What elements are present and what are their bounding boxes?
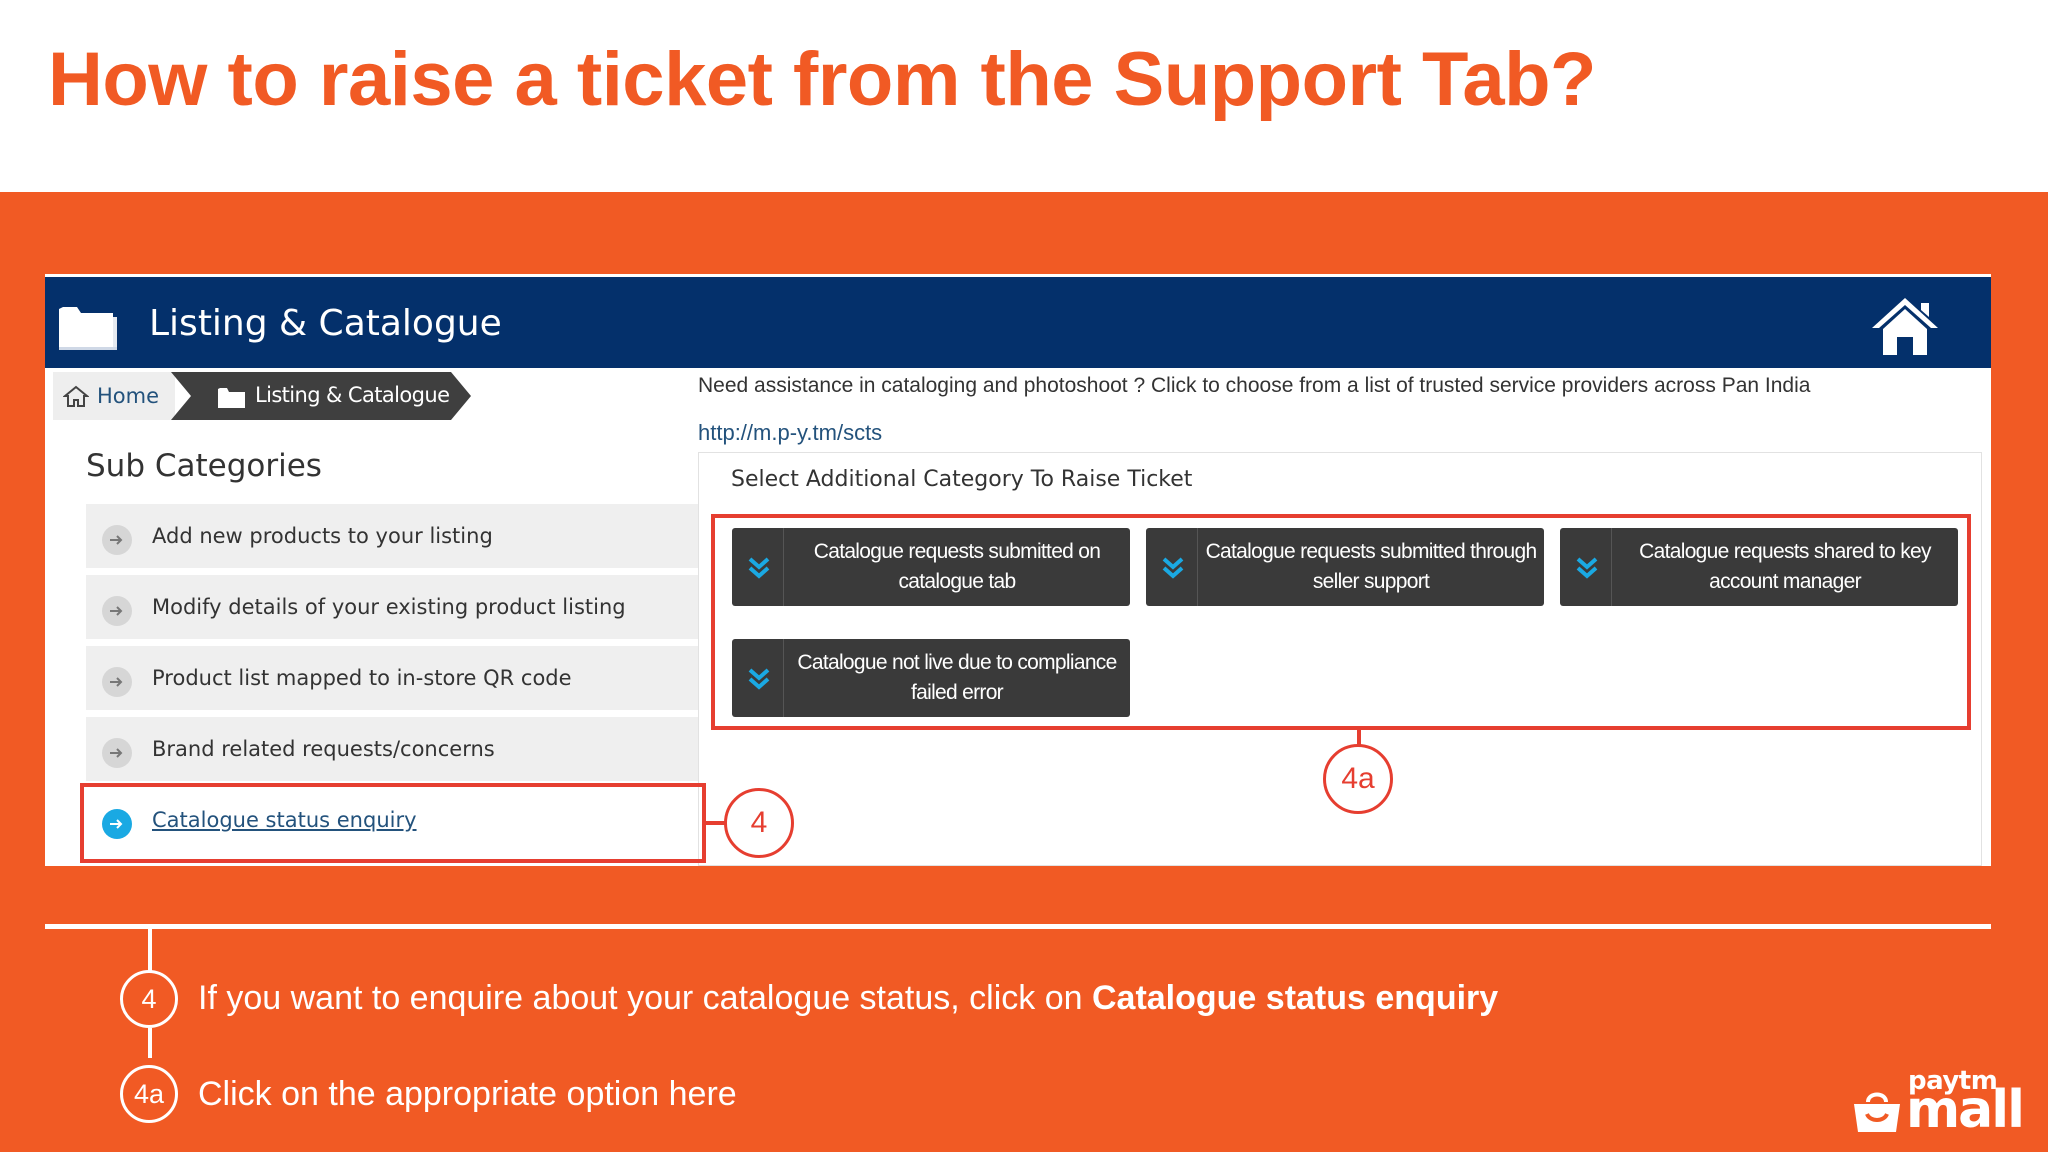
assistance-link[interactable]: http://m.p-y.tm/scts <box>698 420 882 446</box>
app-header: Listing & Catalogue <box>45 274 1991 368</box>
step-4a-text: Click on the appropriate option here <box>198 1075 737 1113</box>
shopping-bag-icon <box>1854 1092 1900 1132</box>
breadcrumb-current: Listing & Catalogue <box>171 372 471 420</box>
slide-title: How to raise a ticket from the Support T… <box>48 37 1596 122</box>
sub-category-item[interactable]: Modify details of your existing product … <box>86 575 698 642</box>
callout-4a: 4a <box>1323 744 1393 814</box>
logo-mall-text: mall <box>1906 1080 2025 1140</box>
sub-category-label: Product list mapped to in-store QR code <box>152 666 572 690</box>
arrow-right-icon <box>102 596 132 626</box>
breadcrumb-home[interactable]: Home <box>53 372 175 420</box>
sub-category-label: Modify details of your existing product … <box>152 595 626 619</box>
folder-icon <box>218 388 245 408</box>
support-tab-screenshot: Listing & Catalogue Home Listing & Catal… <box>45 274 1991 866</box>
sub-category-item[interactable]: Add new products to your listing <box>86 504 698 571</box>
breadcrumb: Home Listing & Catalogue <box>53 372 503 420</box>
home-icon[interactable] <box>1869 295 1941 357</box>
step-connector <box>148 929 152 973</box>
sub-category-item[interactable]: Brand related requests/concerns <box>86 717 698 784</box>
catalogue-status-highlight-box <box>80 783 706 863</box>
arrow-right-icon <box>102 525 132 555</box>
additional-category-label: Select Additional Category To Raise Tick… <box>731 467 1193 492</box>
breadcrumb-home-label: Home <box>97 384 160 408</box>
step-4a-badge: 4a <box>120 1065 178 1123</box>
sub-category-label: Brand related requests/concerns <box>152 737 495 761</box>
arrow-right-icon <box>102 667 132 697</box>
header-title: Listing & Catalogue <box>149 303 502 344</box>
folder-icon <box>59 307 117 350</box>
paytm-mall-logo: paytm mall <box>1852 1066 2032 1140</box>
sub-category-label: Add new products to your listing <box>152 524 493 548</box>
options-highlight-box <box>711 514 1971 730</box>
arrow-right-icon <box>102 738 132 768</box>
sub-category-item[interactable]: Product list mapped to in-store QR code <box>86 646 698 713</box>
step-4-bold: Catalogue status enquiry <box>1091 979 1499 1017</box>
divider <box>45 924 1991 929</box>
assistance-text: Need assistance in cataloging and photos… <box>698 374 1811 397</box>
step-4-badge: 4 <box>120 970 178 1028</box>
step-4-text: If you want to enquire about your catalo… <box>198 979 1499 1017</box>
step-connector <box>148 1028 152 1058</box>
callout-4: 4 <box>724 788 794 858</box>
sub-categories-heading: Sub Categories <box>86 448 322 484</box>
breadcrumb-current-label: Listing & Catalogue <box>255 383 450 407</box>
home-icon <box>63 385 89 407</box>
